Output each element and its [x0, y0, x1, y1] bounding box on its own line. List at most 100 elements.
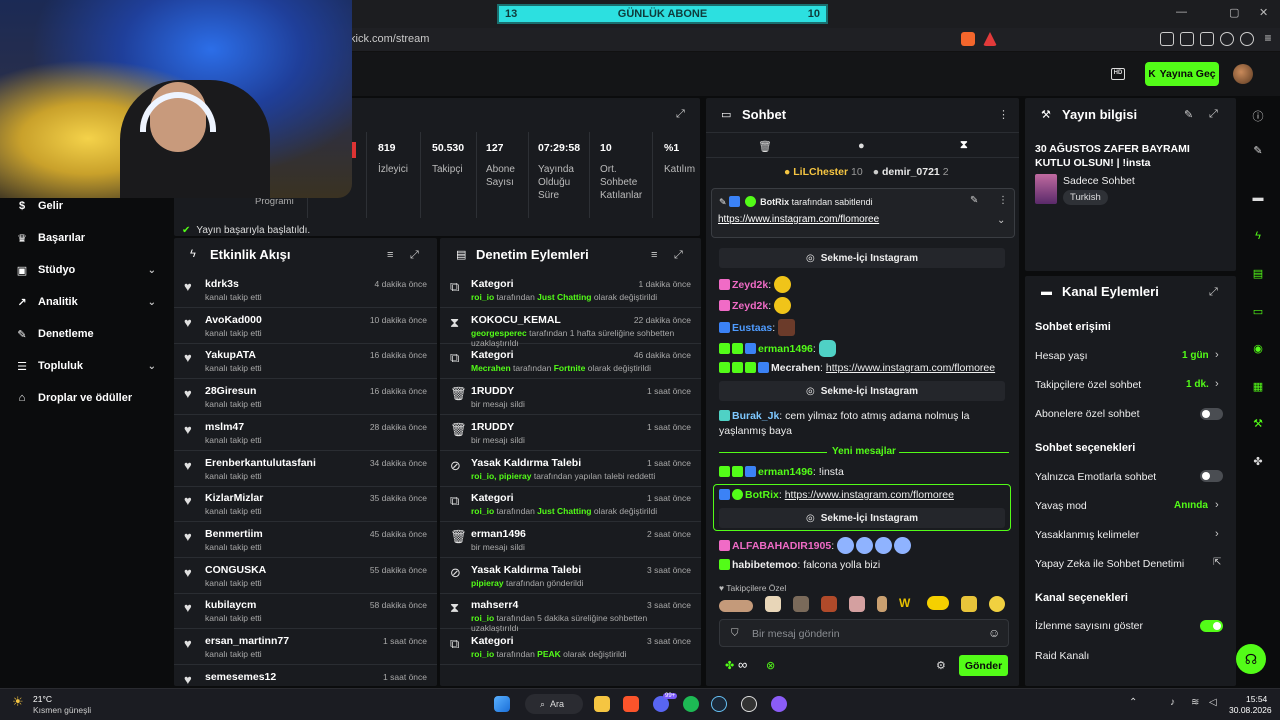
gifter-2[interactable]: ● demir_0721 2 [873, 166, 949, 178]
emote-icon[interactable] [927, 596, 949, 610]
points-icon[interactable]: ✤ [725, 659, 734, 672]
chat-bubble-icon[interactable]: ● [858, 140, 865, 152]
insta-button[interactable]: ◎ Sekme-İçi Instagram [719, 381, 1005, 401]
chat-username[interactable]: ALFABAHADIR1905 [732, 540, 831, 552]
list-item[interactable]: ♥ AvoKad000 kanalı takip etti 10 dakika önc… [174, 308, 437, 344]
go-live-button[interactable]: K Yayına Geç [1145, 62, 1219, 86]
obs-icon[interactable] [741, 696, 757, 712]
chevron-right-icon[interactable]: › [1215, 378, 1219, 390]
sidebar-item-denetleme[interactable]: ✎ Denetleme [16, 328, 156, 341]
sidebar-item-gelir[interactable]: $ Gelir [16, 200, 156, 212]
list-item[interactable]: ♥ CONGUSKA kanalı takip etti 55 dakika önce [174, 558, 437, 594]
chat-username[interactable]: erman1496 [758, 343, 813, 355]
lightning-icon[interactable]: ϟ [1251, 230, 1265, 244]
sidebar-item-studyo[interactable]: ▣ Stüdyo ⌄ [16, 264, 156, 277]
sidebar-item-analitik[interactable]: ↗ Analitik ⌄ [16, 296, 156, 309]
list-item[interactable]: ⧗ KOKOCU_KEMAL georgesperec tarafından 1 h… [440, 308, 701, 348]
save-icon[interactable]: ▦ [1251, 380, 1265, 394]
wallet-icon[interactable] [1200, 32, 1214, 46]
emote-icon[interactable] [719, 600, 753, 612]
emote-icon[interactable] [877, 596, 887, 612]
gear-icon[interactable]: ⚙ [936, 659, 946, 672]
emote-icon[interactable] [821, 596, 837, 612]
emote-icon[interactable] [989, 596, 1005, 612]
chat-username[interactable]: Burak_Jk [732, 410, 779, 422]
slow-mode-value[interactable]: Anında [1174, 500, 1208, 511]
list-item[interactable]: 🗑 erman1496 bir mesajı sildi 2 saat önce [440, 522, 701, 558]
spotify-icon[interactable] [683, 696, 699, 712]
more-icon[interactable]: ⋮ [998, 195, 1008, 206]
brave-icon[interactable] [623, 696, 639, 712]
shield-icon[interactable] [1240, 32, 1254, 46]
pinned-link[interactable]: https://www.instagram.com/flomoree [718, 214, 879, 225]
list-item[interactable]: ♥ kdrk3s kanalı takip etti 4 dakika önce [174, 272, 437, 308]
hd-badge[interactable]: HD [1111, 68, 1125, 80]
list-item[interactable]: ⧉ Kategori roi_io tarafından Just Chatting… [440, 486, 701, 523]
show-viewers-toggle[interactable] [1200, 620, 1223, 632]
hourglass-icon[interactable]: ⧗ [960, 139, 968, 152]
list-item[interactable]: ♥ KizlarMizlar kanalı takip etti 35 dakika … [174, 486, 437, 523]
chat-input[interactable]: ⛉ Bir mesaj gönderin ☺ [719, 619, 1009, 647]
list-item[interactable]: ⧗ mahserr4 roi_io tarafından 5 dakika süre… [440, 593, 701, 633]
maximize-icon[interactable]: ▢ [1229, 6, 1239, 19]
window-icon[interactable]: ▬ [1251, 192, 1265, 206]
category-thumbnail[interactable] [1035, 174, 1057, 204]
account-age-value[interactable]: 1 gün [1182, 350, 1209, 361]
avatar[interactable] [1233, 64, 1253, 84]
subs-chat-toggle[interactable] [1200, 408, 1223, 420]
list-item[interactable]: 🗑 1RUDDY bir mesajı sildi 1 saat önce [440, 415, 701, 451]
unpin-icon[interactable]: ✎ [970, 195, 978, 206]
list-item[interactable]: ♥ 28Giresun kanalı takip etti 16 dakika önc… [174, 379, 437, 416]
more-icon[interactable]: ⋮ [998, 108, 1009, 121]
chat-username[interactable]: Eustaas [732, 322, 772, 334]
send-button[interactable]: Gönder [959, 655, 1008, 676]
chat-username[interactable]: BotRix [745, 489, 779, 501]
emoji-icon[interactable]: ☺ [988, 626, 1000, 640]
list-item[interactable]: ♥ YakupATA kanalı takip etti 16 dakika önce [174, 343, 437, 380]
url-field[interactable]: kick.com/stream [350, 33, 429, 45]
chat-username[interactable]: habibetemoo [732, 559, 797, 571]
list-item[interactable]: ♥ Erenberkantulutasfani kanalı takip etti 3… [174, 451, 437, 487]
taskbar-search[interactable]: ⌕ Ara [525, 694, 583, 714]
trash-icon[interactable]: 🗑 [758, 140, 772, 153]
chevron-down-icon[interactable]: ⌄ [997, 215, 1005, 226]
expand-icon[interactable]: ⤢ [674, 249, 683, 262]
edit-icon[interactable]: ✎ [1184, 108, 1193, 121]
chat-username[interactable]: Mecrahen [771, 362, 820, 374]
list-item[interactable]: ♥ Benmertiim kanalı takip etti 45 dakika ön… [174, 522, 437, 558]
clock-time[interactable]: 15:54 [1246, 694, 1267, 704]
steam-icon[interactable] [711, 696, 727, 712]
extensions-icon[interactable] [1160, 32, 1174, 46]
sidebar-item-topluluk[interactable]: ☰ Topluluk ⌄ [16, 360, 156, 373]
volume-icon[interactable]: ◁ [1209, 697, 1217, 708]
list-item[interactable]: ⧉ Kategori roi_io tarafından Just Chatting… [440, 272, 701, 308]
banned-words-option[interactable]: Yasaklanmış kelimeler [1035, 529, 1139, 541]
emote-icon[interactable]: W [899, 596, 915, 612]
info-icon[interactable]: ⓘ [1251, 108, 1265, 123]
followers-chat-value[interactable]: 1 dk. [1186, 379, 1209, 390]
weather-text[interactable]: Kısmen güneşli [33, 705, 91, 715]
sidebar-icon[interactable] [1180, 32, 1194, 46]
list-icon[interactable]: ▤ [1251, 267, 1265, 281]
close-icon[interactable]: ✕ [1259, 6, 1268, 19]
minimize-icon[interactable]: — [1176, 6, 1187, 18]
list-item[interactable]: ⧉ Kategori roi_io tarafından PEAK olarak d… [440, 629, 701, 665]
file-explorer-icon[interactable] [594, 696, 610, 712]
emote-icon[interactable] [765, 596, 781, 612]
menu-icon[interactable]: ≡ [1261, 32, 1275, 46]
chat-username[interactable]: erman1496 [758, 466, 813, 478]
kick-icon[interactable]: ⊗ [766, 659, 775, 672]
list-item[interactable]: ⊘ Yasak Kaldırma Talebi roi_io, pipieray t… [440, 451, 701, 487]
app-icon[interactable] [771, 696, 787, 712]
mic-icon[interactable]: ♪ [1170, 697, 1175, 708]
wrench-icon[interactable]: ⚒ [1251, 417, 1265, 431]
wifi-icon[interactable]: ≋ [1191, 697, 1199, 708]
list-item[interactable]: ⊘ Yasak Kaldırma Talebi pipieray tarafında… [440, 558, 701, 594]
filter-icon[interactable]: ≡ [387, 249, 393, 261]
expand-icon[interactable]: ⤢ [1209, 108, 1218, 121]
chat-username[interactable]: Zeyd2k [732, 279, 768, 291]
insta-button[interactable]: ◎ Sekme-İçi Instagram [719, 508, 1005, 528]
emote-only-toggle[interactable] [1200, 470, 1223, 482]
edit-icon[interactable]: ✎ [1251, 144, 1265, 158]
windows-start-icon[interactable] [494, 696, 510, 712]
